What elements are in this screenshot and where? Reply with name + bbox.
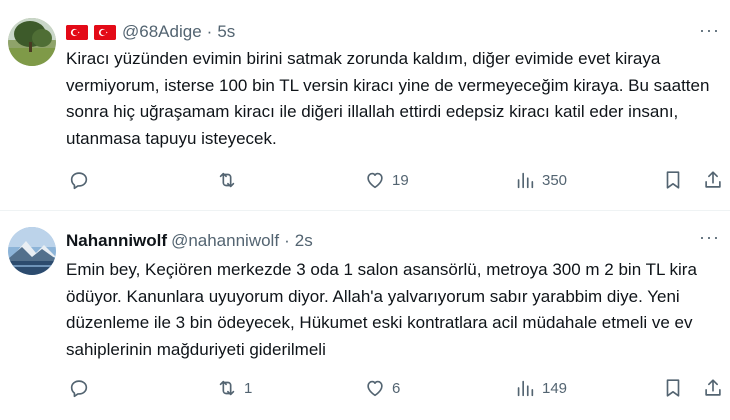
view-count: 350 [542, 171, 568, 189]
tweet-text: Emin bey, Keçiören merkezde 3 oda 1 salo… [66, 260, 697, 359]
retweet-icon [219, 380, 235, 396]
like-button[interactable]: 19 [364, 168, 409, 192]
like-button[interactable]: 6 [364, 376, 400, 400]
views-chart-icon [517, 380, 534, 397]
bookmark-icon [666, 379, 680, 397]
retweet-button[interactable]: 1 [216, 376, 252, 400]
share-button[interactable] [702, 376, 724, 400]
bookmark-button[interactable] [662, 376, 684, 400]
timestamp[interactable]: 2s [295, 231, 313, 251]
view-count: 149 [542, 379, 568, 397]
more-options-icon[interactable]: ··· [699, 20, 720, 41]
reply-icon [70, 172, 88, 190]
user-handle[interactable]: @68Adige [122, 22, 202, 42]
reply-button[interactable] [68, 168, 96, 192]
tweet-actions: 1 6 149 [66, 376, 726, 400]
separator-dot: · [206, 22, 213, 41]
tweet-actions: 19 350 [66, 168, 726, 192]
user-handle[interactable]: @nahanniwolf [171, 231, 279, 251]
separator-dot: · [284, 231, 290, 250]
turkish-flag-icon [66, 24, 88, 40]
tweet-item[interactable]: Nahanniwolf @nahanniwolf · 2s ··· Emin b… [0, 211, 730, 420]
share-icon [705, 379, 721, 396]
retweet-button[interactable] [216, 168, 244, 192]
avatar[interactable] [8, 18, 56, 66]
like-count: 6 [392, 379, 401, 397]
reply-icon [70, 380, 88, 398]
heart-icon [367, 172, 383, 189]
views-button[interactable]: 149 [514, 376, 567, 400]
tweet-text: Kiracı yüzünden evimin birini satmak zor… [66, 49, 710, 148]
timestamp[interactable]: 5s [217, 22, 235, 42]
avatar[interactable] [8, 227, 56, 275]
tweet-header: @68Adige · 5s [66, 20, 235, 44]
views-button[interactable]: 350 [514, 168, 567, 192]
retweet-count: 1 [244, 379, 253, 397]
retweet-icon [219, 172, 235, 188]
heart-icon [367, 380, 383, 397]
bookmark-icon [666, 171, 680, 189]
share-button[interactable] [702, 168, 724, 192]
turkish-flag-icon [94, 24, 116, 40]
more-options-icon[interactable]: ··· [699, 227, 720, 248]
reply-button[interactable] [68, 376, 96, 400]
share-icon [705, 171, 721, 188]
like-count: 19 [392, 171, 409, 189]
tweet-header: Nahanniwolf @nahanniwolf · 2s [66, 229, 313, 253]
display-name[interactable]: Nahanniwolf [66, 231, 167, 251]
views-chart-icon [517, 172, 534, 189]
bookmark-button[interactable] [662, 168, 684, 192]
tweet-item[interactable]: @68Adige · 5s ··· Kiracı yüzünden evimin… [0, 0, 730, 210]
